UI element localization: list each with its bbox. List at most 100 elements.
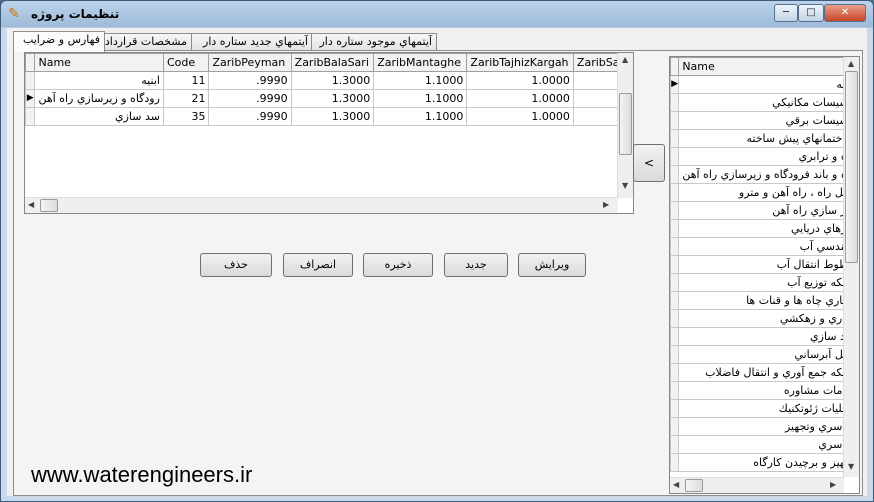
list-item[interactable]: تاسيسات برقي: [670, 111, 859, 130]
list-item[interactable]: خطوط انتقال آب: [670, 255, 859, 274]
list-item[interactable]: بالاسري: [670, 435, 859, 454]
move-item-button[interactable]: <: [633, 144, 665, 182]
list-item[interactable]: ▶ابنيه: [670, 75, 859, 94]
list-item-label[interactable]: تاسيسات برقي: [678, 111, 859, 130]
tab-new-starred-items[interactable]: آيتمهاي جديد ستاره دار: [191, 33, 313, 51]
column-header-zarib-tajhiz-kargah[interactable]: ZaribTajhizKargah: [466, 53, 574, 72]
list-item[interactable]: عمليات ژئوتكنيك: [670, 399, 859, 418]
list-item[interactable]: تجهيز و برچيدن كارگاه: [670, 453, 859, 472]
scroll-right-icon[interactable]: ▶: [603, 200, 609, 209]
cell-zarib-mantaghe[interactable]: 1.1000: [373, 71, 468, 90]
list-item-label[interactable]: تونل راه ، راه آهن و مترو: [678, 183, 859, 202]
list-item-label[interactable]: بالاسري وتجهيز: [678, 417, 859, 436]
column-header-name[interactable]: Name: [34, 53, 164, 72]
list-item-label[interactable]: سد سازي: [678, 327, 859, 346]
list-item-label[interactable]: ساختمانهاي پيش ساخته: [678, 129, 859, 148]
coefficients-grid[interactable]: Name Code ZaribPeyman ZaribBalaSari Zari…: [24, 52, 634, 214]
categories-list[interactable]: Name ▶ابنيه تاسيسات مكانيكي تاسيسات برقي…: [669, 56, 860, 494]
list-item[interactable]: شبكه توزيع آب: [670, 273, 859, 292]
column-header-zarib-balasari[interactable]: ZaribBalaSari: [290, 53, 375, 72]
maximize-button[interactable]: □: [798, 4, 824, 22]
edit-button[interactable]: ويرايش: [518, 253, 586, 277]
list-item[interactable]: خدمات مشاوره: [670, 381, 859, 400]
list-item[interactable]: شبكه جمع آوري و انتقال فاضلاب: [670, 363, 859, 382]
list-item-label[interactable]: خدمات مشاوره: [678, 381, 859, 400]
cell-zarib-peyman[interactable]: .9990: [208, 89, 292, 108]
column-header-zarib-mantaghe[interactable]: ZaribMantaghe: [373, 53, 468, 72]
scroll-right-icon[interactable]: ▶: [830, 480, 836, 489]
list-item-label[interactable]: تاسيسات مكانيكي: [678, 93, 859, 112]
list-item[interactable]: حفاري چاه ها و قنات ها: [670, 291, 859, 310]
list-item[interactable]: تاسيسات مكانيكي: [670, 93, 859, 112]
list-item-label[interactable]: تونل آبرساني: [678, 345, 859, 364]
cell-zarib-tajhiz-kargah[interactable]: 1.0000: [466, 89, 574, 108]
delete-button[interactable]: حذف: [200, 253, 272, 277]
list-item-label[interactable]: بالاسري: [678, 435, 859, 454]
cell-zarib-peyman[interactable]: .9990: [208, 71, 292, 90]
cell-code[interactable]: 35: [162, 107, 210, 126]
tab-indexes-coefficients[interactable]: فهارس و ضرايب: [13, 31, 105, 52]
column-header-code[interactable]: Code: [162, 53, 210, 72]
list-column-header-name[interactable]: Name: [678, 57, 859, 76]
list-horizontal-scrollbar[interactable]: ◀ ▶: [670, 477, 844, 493]
cell-zarib-mantaghe[interactable]: 1.1000: [373, 107, 468, 126]
list-item[interactable]: كارهاي دريايي: [670, 219, 859, 238]
scroll-left-icon[interactable]: ◀: [28, 200, 34, 209]
list-item-label[interactable]: شبكه توزيع آب: [678, 273, 859, 292]
table-row[interactable]: ▶ رودگاه و زيرسازي راه آهن 21 .9990 1.30…: [25, 89, 633, 108]
cell-zarib-tajhiz-kargah[interactable]: 1.0000: [466, 71, 574, 90]
scroll-down-icon[interactable]: ▼: [622, 181, 628, 190]
list-item[interactable]: مهندسي آب: [670, 237, 859, 256]
save-button[interactable]: ذخيره: [363, 253, 433, 277]
grid-vertical-scroll-thumb[interactable]: [619, 93, 632, 155]
list-item-label[interactable]: راه و باند فرودگاه و زيرسازي راه آهن: [678, 165, 859, 184]
list-item[interactable]: ساختمانهاي پيش ساخته: [670, 129, 859, 148]
tab-existing-starred-items[interactable]: آيتمهاي موجود ستاره دار: [311, 33, 437, 51]
cancel-button[interactable]: انصراف: [283, 253, 353, 277]
cell-zarib-mantaghe[interactable]: 1.1000: [373, 89, 468, 108]
table-row[interactable]: سد سازي 35 .9990 1.3000 1.1000 1.0000 1: [25, 107, 633, 126]
scroll-down-icon[interactable]: ▼: [848, 462, 854, 471]
list-item-label[interactable]: راه و ترابري: [678, 147, 859, 166]
list-item-label[interactable]: شبكه جمع آوري و انتقال فاضلاب: [678, 363, 859, 382]
grid-horizontal-scrollbar[interactable]: ◀ ▶: [25, 197, 618, 213]
cell-name[interactable]: رودگاه و زيرسازي راه آهن: [34, 89, 164, 108]
list-item-label[interactable]: كارهاي دريايي: [678, 219, 859, 238]
list-item[interactable]: زير سازي راه آهن: [670, 201, 859, 220]
list-item-label[interactable]: حفاري چاه ها و قنات ها: [678, 291, 859, 310]
list-item-label[interactable]: زير سازي راه آهن: [678, 201, 859, 220]
new-button[interactable]: جديد: [444, 253, 508, 277]
scroll-left-icon[interactable]: ◀: [673, 480, 679, 489]
cell-zarib-balasari[interactable]: 1.3000: [290, 107, 375, 126]
cell-zarib-tajhiz-kargah[interactable]: 1.0000: [466, 107, 574, 126]
scroll-up-icon[interactable]: ▲: [848, 59, 854, 68]
grid-horizontal-scroll-thumb[interactable]: [40, 199, 58, 212]
cell-zarib-peyman[interactable]: .9990: [208, 107, 292, 126]
cell-name[interactable]: ابنيه: [34, 71, 164, 90]
list-item[interactable]: تونل راه ، راه آهن و مترو: [670, 183, 859, 202]
table-row[interactable]: ابنيه 11 .9990 1.3000 1.1000 1.0000 1: [25, 71, 633, 90]
minimize-button[interactable]: ─: [774, 4, 798, 22]
list-item-label[interactable]: ابنيه: [678, 75, 859, 94]
list-vertical-scrollbar[interactable]: ▲ ▼: [843, 57, 859, 477]
grid-vertical-scrollbar[interactable]: ▲ ▼: [617, 53, 633, 198]
cell-zarib-balasari[interactable]: 1.3000: [290, 89, 375, 108]
tab-contract-specs[interactable]: مشخصات قرارداد: [102, 33, 192, 51]
close-button[interactable]: ✕: [824, 4, 866, 22]
list-vertical-scroll-thumb[interactable]: [845, 71, 858, 263]
list-item-label[interactable]: تجهيز و برچيدن كارگاه: [678, 453, 859, 472]
list-item[interactable]: تونل آبرساني: [670, 345, 859, 364]
cell-code[interactable]: 11: [162, 71, 210, 90]
cell-name[interactable]: سد سازي: [34, 107, 164, 126]
list-item-label[interactable]: مهندسي آب: [678, 237, 859, 256]
cell-zarib-balasari[interactable]: 1.3000: [290, 71, 375, 90]
list-item[interactable]: بالاسري وتجهيز: [670, 417, 859, 436]
column-header-zarib-peyman[interactable]: ZaribPeyman: [208, 53, 292, 72]
list-item-label[interactable]: خطوط انتقال آب: [678, 255, 859, 274]
list-item-label[interactable]: عمليات ژئوتكنيك: [678, 399, 859, 418]
list-item[interactable]: سد سازي: [670, 327, 859, 346]
list-item[interactable]: آبياري و زهكشي: [670, 309, 859, 328]
cell-code[interactable]: 21: [162, 89, 210, 108]
list-horizontal-scroll-thumb[interactable]: [685, 479, 703, 492]
scroll-up-icon[interactable]: ▲: [622, 55, 628, 64]
